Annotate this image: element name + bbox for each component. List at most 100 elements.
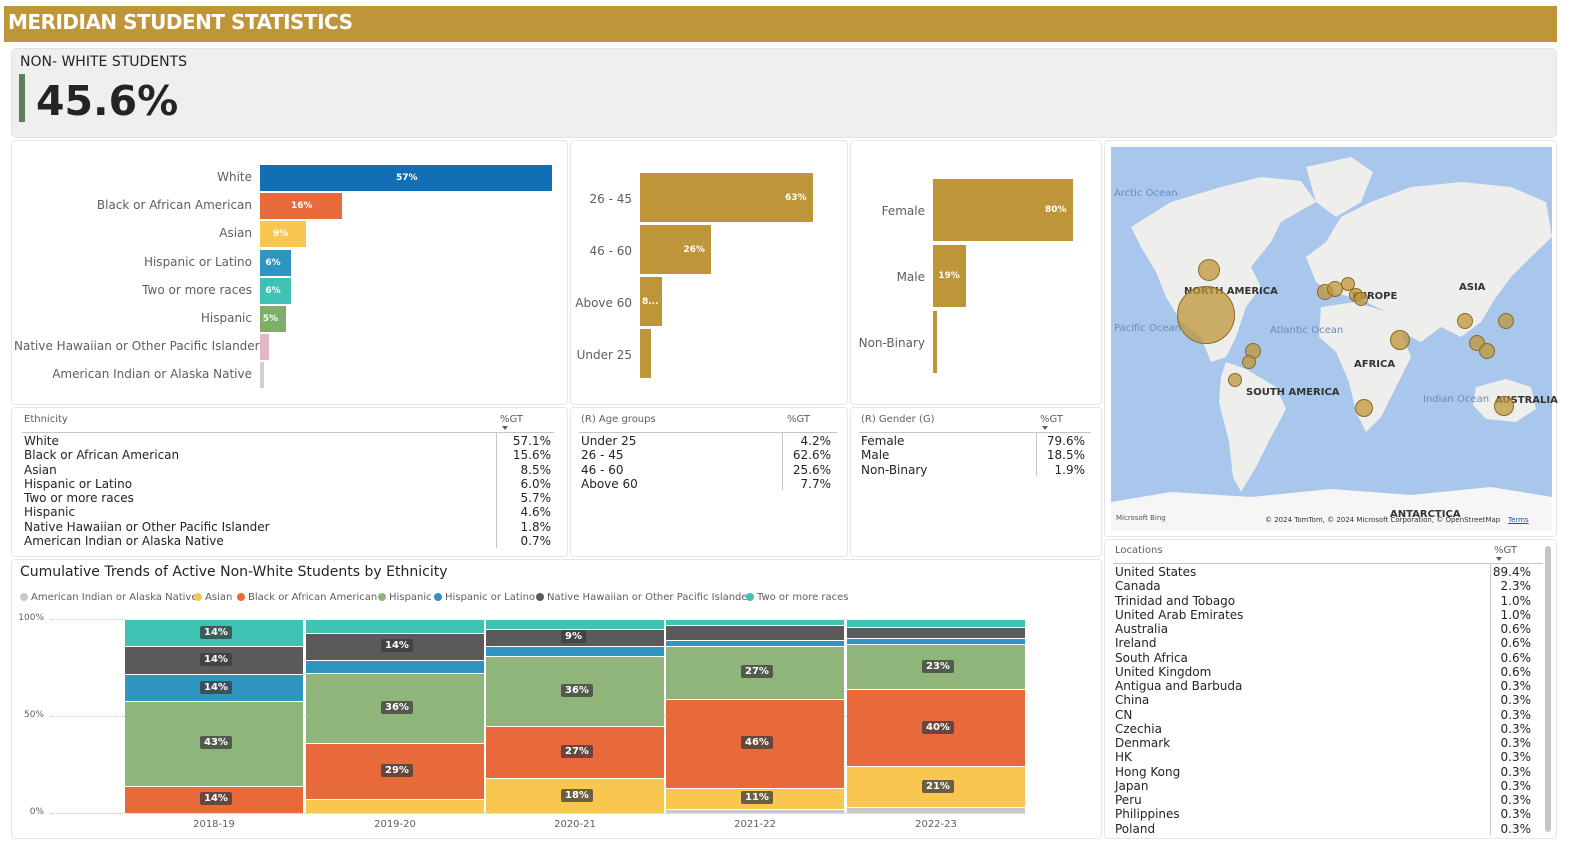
- stacked-segment[interactable]: [666, 809, 844, 813]
- legend-label: Asian: [205, 592, 233, 603]
- legend-item[interactable]: American Indian or Alaska Native: [20, 592, 198, 603]
- table-cell-label: Native Hawaiian or Other Pacific Islande…: [24, 519, 270, 534]
- world-map[interactable]: [1111, 147, 1552, 531]
- locations-scrollbar[interactable]: [1545, 546, 1551, 832]
- gender-table-header-value[interactable]: %GT: [1040, 414, 1063, 425]
- segment-data-label: 18%: [561, 788, 593, 802]
- legend-item[interactable]: Black or African American: [237, 592, 377, 603]
- table-cell-value: 4.2%: [800, 434, 832, 448]
- legend-item[interactable]: Hispanic: [378, 592, 432, 603]
- stacked-segment[interactable]: [306, 659, 484, 674]
- legend-label: Hispanic: [389, 592, 432, 603]
- x-axis-tick-label: 2022-23: [915, 819, 957, 830]
- legend-marker: [237, 593, 245, 601]
- bar-data-label: 5%: [262, 314, 279, 324]
- table-cell-label: Canada: [1115, 579, 1161, 594]
- locations-table-header-label[interactable]: Locations: [1115, 545, 1163, 556]
- age-table-header-value[interactable]: %GT: [787, 414, 810, 425]
- sort-desc-icon[interactable]: [502, 426, 508, 430]
- segment-data-label: 23%: [922, 659, 954, 673]
- map-terms-link[interactable]: Terms: [1508, 516, 1529, 524]
- bar-data-label: 6%: [265, 285, 281, 296]
- bar-data-label: 63%: [785, 193, 807, 203]
- stacked-segment[interactable]: [847, 619, 1025, 627]
- segment-data-label: 40%: [922, 720, 954, 734]
- map-bubble-philippines[interactable]: [1479, 343, 1495, 359]
- map-panel[interactable]: Arctic Ocean Pacific Ocean Atlantic Ocea…: [1104, 140, 1558, 537]
- kpi-card[interactable]: NON- WHITE STUDENTS 45.6%: [11, 48, 1557, 138]
- ethnicity-table-header-label[interactable]: Ethnicity: [24, 414, 68, 425]
- map-bubble-peru[interactable]: [1228, 373, 1242, 387]
- segment-data-label: 27%: [561, 744, 593, 758]
- map-brand-logo: Microsoft Bing: [1116, 514, 1166, 522]
- title-bar: MERIDIAN STUDENT STATISTICS: [4, 6, 1557, 42]
- table-cell-value: 0.3%: [1500, 707, 1532, 722]
- y-axis-tick-label: 50%: [23, 710, 44, 720]
- table-cell-value: 0.3%: [1500, 693, 1532, 708]
- map-bubble-south-africa[interactable]: [1355, 399, 1373, 417]
- ethnicity-table-header-value[interactable]: %GT: [500, 414, 523, 425]
- segment-data-label: 46%: [741, 736, 773, 750]
- gender-bar[interactable]: [933, 311, 937, 373]
- gender-table[interactable]: [850, 407, 1102, 557]
- stacked-segment[interactable]: [486, 646, 664, 656]
- table-cell-label: HK: [1115, 750, 1132, 765]
- table-cell-value: 5.7%: [520, 491, 552, 505]
- gender-table-header-label[interactable]: (R) Gender (G): [861, 414, 935, 425]
- table-cell-label: Male: [861, 448, 890, 463]
- segment-data-label: 36%: [561, 683, 593, 697]
- legend-item[interactable]: Hispanic or Latino: [434, 592, 535, 603]
- legend-label: Black or African American: [248, 592, 378, 603]
- map-bubble-japan[interactable]: [1498, 313, 1514, 329]
- map-bubble-uae[interactable]: [1390, 330, 1410, 350]
- stacked-segment[interactable]: [666, 624, 844, 641]
- ocean-label-pacific: Pacific Ocean: [1114, 323, 1181, 334]
- sort-desc-icon[interactable]: [1496, 557, 1502, 561]
- map-bubble-canada[interactable]: [1198, 259, 1220, 281]
- x-axis-tick-label: 2019-20: [374, 819, 416, 830]
- table-cell-label: Ireland: [1115, 636, 1157, 651]
- table-cell-value: 6.0%: [520, 476, 552, 491]
- legend-item[interactable]: Two or more races: [746, 592, 849, 603]
- ocean-label-indian: Indian Ocean: [1423, 394, 1490, 405]
- stacked-segment[interactable]: [847, 638, 1025, 645]
- age-table-header-label[interactable]: (R) Age groups: [581, 414, 656, 425]
- stacked-segment[interactable]: [666, 640, 844, 647]
- map-bubble-united-states[interactable]: [1177, 286, 1235, 344]
- map-bubble-china[interactable]: [1457, 313, 1473, 329]
- map-bubble-australia[interactable]: [1494, 396, 1514, 416]
- table-cell-value: 0.6%: [1500, 650, 1532, 665]
- table-cell-value: 0.6%: [1500, 636, 1532, 651]
- table-cell-label: 26 - 45: [581, 448, 624, 463]
- stacked-segment[interactable]: [486, 619, 664, 629]
- legend-item[interactable]: Asian: [194, 592, 232, 603]
- table-cell-value: 0.3%: [1500, 721, 1532, 736]
- sort-desc-icon[interactable]: [1042, 426, 1048, 430]
- age-bar[interactable]: [640, 329, 651, 378]
- table-cell-label: CN: [1115, 707, 1133, 722]
- segment-data-label: 27%: [741, 665, 773, 679]
- stacked-segment[interactable]: [306, 619, 484, 633]
- kpi-value: 45.6%: [36, 77, 179, 125]
- bar-category-label: Non-Binary: [858, 336, 925, 350]
- stacked-segment[interactable]: [666, 619, 844, 625]
- table-cell-label: Antigua and Barbuda: [1115, 679, 1243, 693]
- stacked-segment[interactable]: [306, 799, 484, 813]
- legend-item[interactable]: Native Hawaiian or Other Pacific Islande…: [536, 592, 752, 603]
- ethnicity-bar[interactable]: [260, 362, 264, 389]
- locations-table-header-value[interactable]: %GT: [1494, 545, 1517, 556]
- ethnicity-bar[interactable]: [260, 334, 270, 361]
- y-axis-tick-label: 0%: [29, 807, 44, 817]
- stacked-segment[interactable]: [847, 807, 1025, 813]
- table-cell-value: 4.6%: [520, 505, 552, 520]
- gridline: [50, 813, 1025, 814]
- table-cell-label: Above 60: [581, 476, 638, 491]
- table-cell-label: United States: [1115, 565, 1197, 579]
- map-bubble-czechia[interactable]: [1354, 292, 1368, 306]
- stacked-segment[interactable]: [847, 626, 1025, 639]
- table-cell-value: 0.3%: [1500, 679, 1532, 693]
- map-bubble-antigua[interactable]: [1242, 355, 1256, 369]
- segment-data-label: 14%: [200, 792, 232, 806]
- table-header-divider: [22, 432, 554, 433]
- segment-data-label: 14%: [200, 680, 232, 694]
